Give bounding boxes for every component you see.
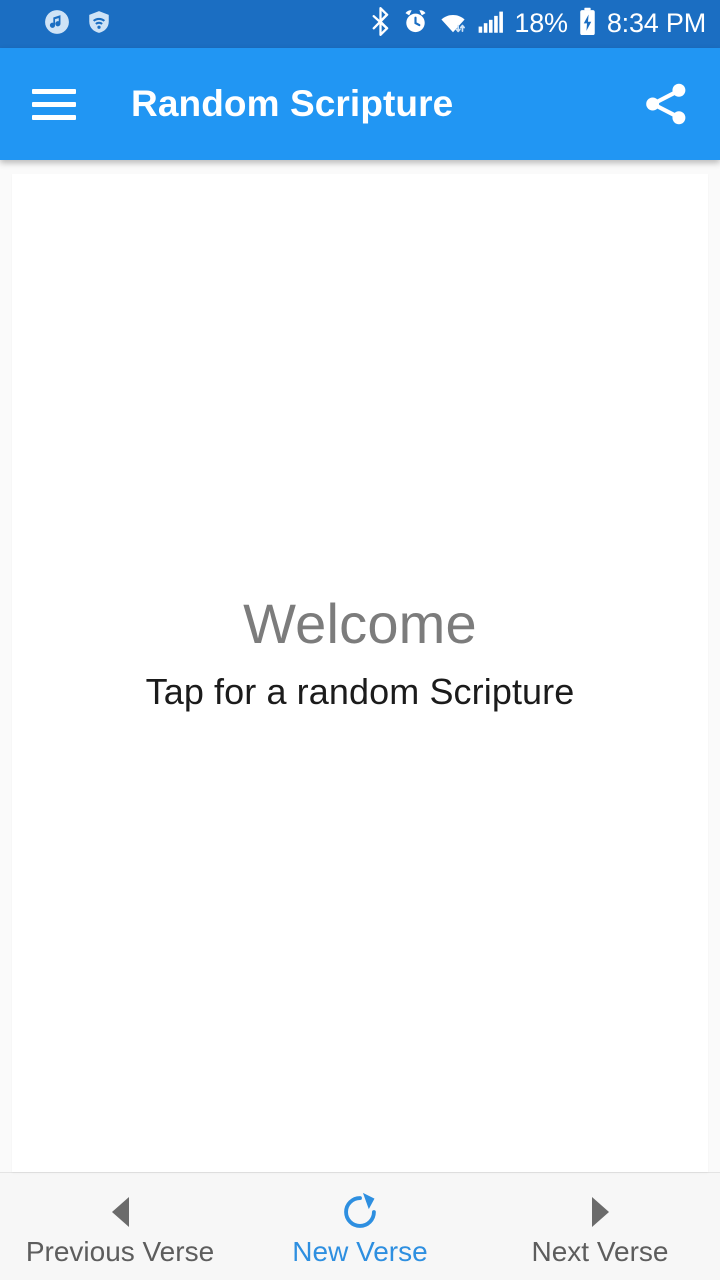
battery-percentage-label: 18% xyxy=(514,7,568,38)
welcome-heading: Welcome xyxy=(243,592,477,656)
status-bar: 18% 8:34 PM xyxy=(0,0,720,48)
menu-bar-3 xyxy=(32,114,76,120)
status-bar-right-icons: 18% 8:34 PM xyxy=(368,7,706,41)
cellular-signal-icon xyxy=(477,8,505,40)
status-bar-left-icons xyxy=(44,9,112,40)
new-verse-button[interactable]: New Verse xyxy=(240,1173,480,1280)
menu-bar-2 xyxy=(32,101,76,107)
wifi-shield-icon xyxy=(86,9,112,40)
previous-verse-button[interactable]: Previous Verse xyxy=(0,1173,240,1280)
verse-card[interactable]: Welcome Tap for a random Scripture xyxy=(12,174,708,1172)
triangle-left-icon xyxy=(111,1192,129,1232)
status-bar-clock: 8:34 PM xyxy=(606,7,706,38)
welcome-subheading: Tap for a random Scripture xyxy=(145,670,575,712)
alarm-clock-icon xyxy=(402,8,429,40)
hamburger-menu-icon[interactable] xyxy=(32,77,86,131)
bottom-navigation-bar: Previous Verse New Verse Next Verse xyxy=(0,1172,720,1280)
new-verse-label: New Verse xyxy=(292,1235,428,1267)
bluetooth-icon xyxy=(368,7,393,41)
music-note-icon xyxy=(44,9,70,40)
app-bar: Random Scripture xyxy=(0,48,720,160)
battery-charging-icon xyxy=(577,7,598,41)
app-screen: 18% 8:34 PM Random Scripture Welcome Tap… xyxy=(0,0,720,1280)
triangle-right-icon xyxy=(591,1192,609,1232)
page-title: Random Scripture xyxy=(131,83,454,124)
refresh-icon xyxy=(338,1192,382,1232)
next-verse-button[interactable]: Next Verse xyxy=(480,1173,720,1280)
menu-bar-1 xyxy=(32,88,76,94)
next-verse-label: Next Verse xyxy=(531,1235,669,1267)
share-icon[interactable] xyxy=(638,76,694,132)
content-area: Welcome Tap for a random Scripture xyxy=(0,160,720,1172)
wifi-icon xyxy=(438,8,468,40)
previous-verse-label: Previous Verse xyxy=(25,1235,215,1267)
